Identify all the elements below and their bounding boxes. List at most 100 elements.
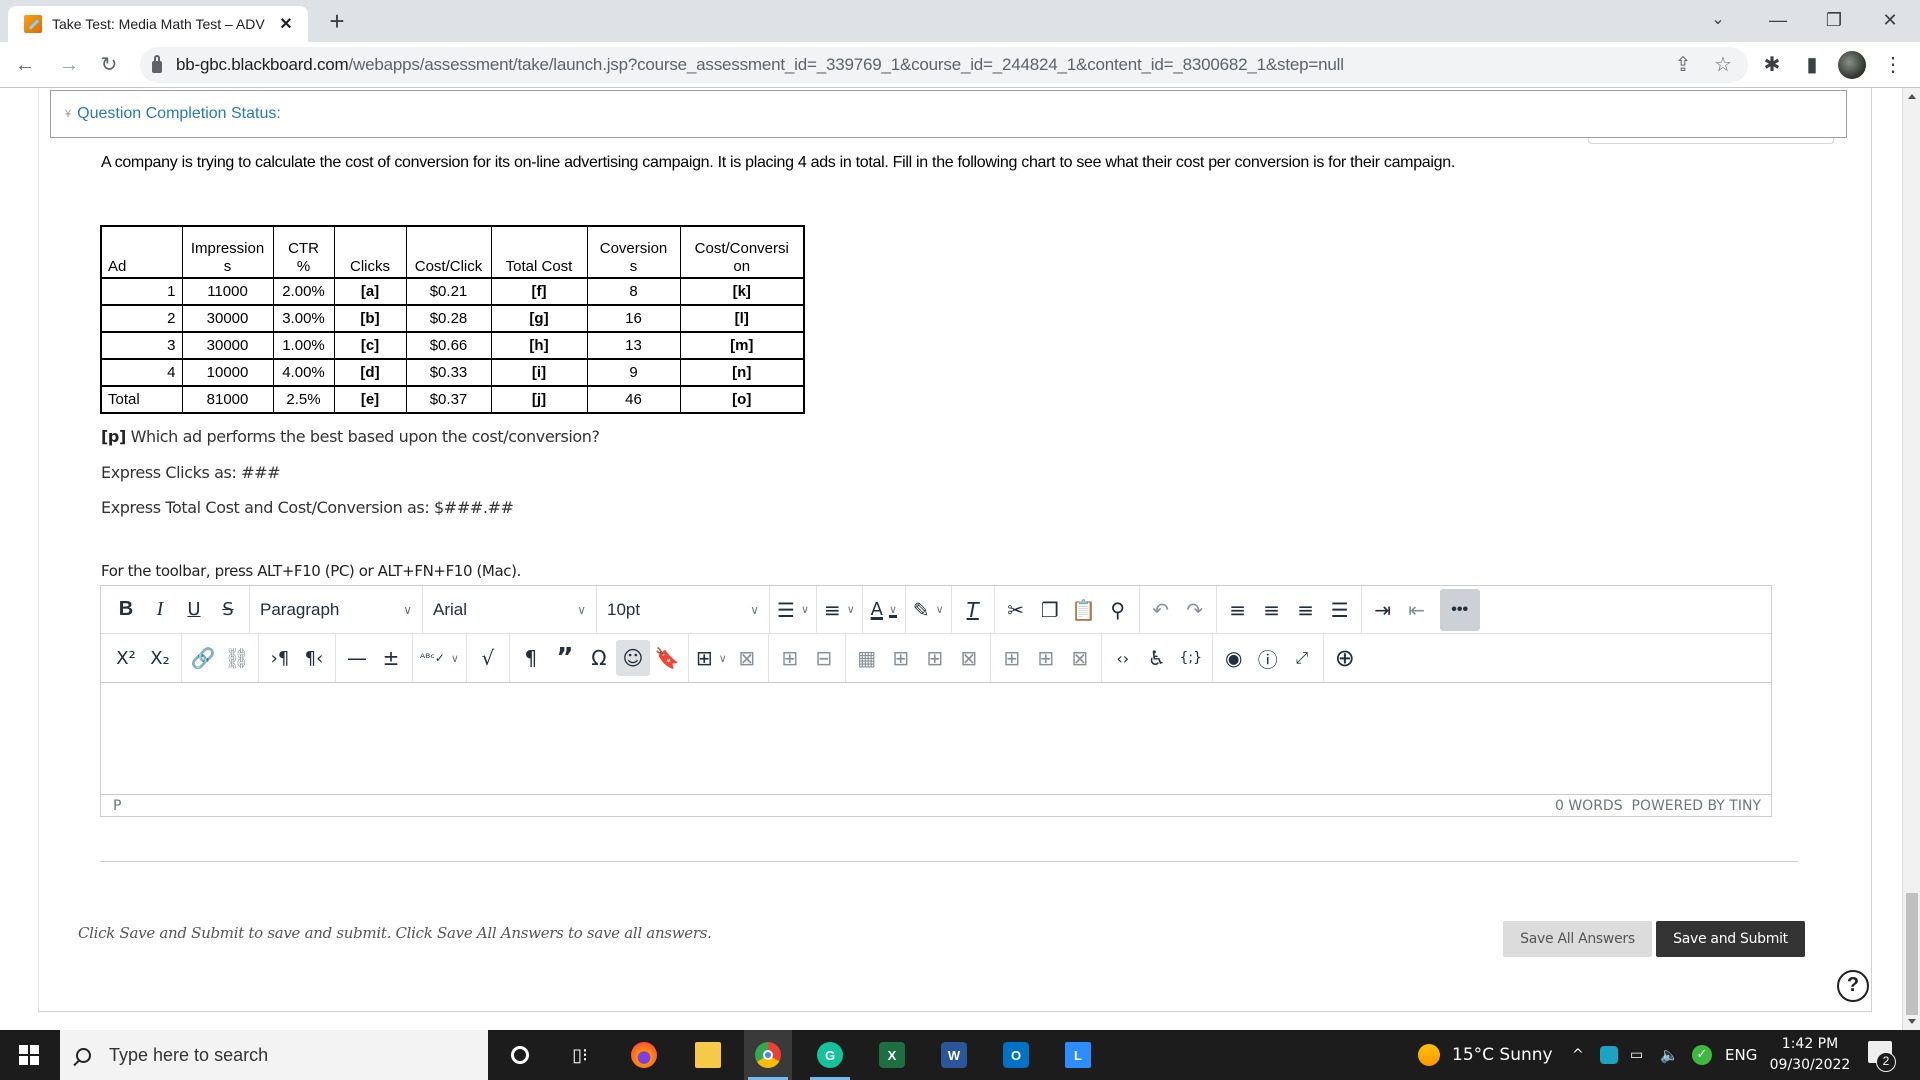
taskbar-search-input[interactable]: Type here to search xyxy=(60,1030,488,1080)
grammarly-app[interactable]: G xyxy=(806,1030,854,1080)
bold-button[interactable]: B xyxy=(109,592,143,628)
paragraph-mark-icon[interactable]: ¶ xyxy=(514,640,548,676)
browser-tab-active[interactable]: Take Test: Media Math Test – ADV ✕ xyxy=(8,6,308,42)
special-character-icon[interactable]: Ω xyxy=(582,640,616,676)
cut-icon[interactable]: ✂ xyxy=(999,592,1033,628)
powered-by-tiny[interactable]: POWERED BY TINY xyxy=(1632,798,1762,814)
table-cell-props-icon[interactable]: ⊟ xyxy=(807,640,841,676)
save-all-answers-button[interactable]: Save All Answers xyxy=(1503,921,1652,957)
ltr-icon[interactable]: ›¶ xyxy=(263,640,297,676)
editor-body-input[interactable] xyxy=(101,683,1771,794)
delete-table-icon[interactable]: ⊠ xyxy=(730,640,764,676)
rtl-icon[interactable]: ¶‹ xyxy=(297,640,331,676)
page-scrollbar[interactable] xyxy=(1902,88,1920,1030)
preview-eye-icon[interactable]: ◉ xyxy=(1217,640,1251,676)
spellcheck-icon[interactable]: ᴬᴮᶜ✓ ∨ xyxy=(417,640,462,676)
scroll-down-arrow-icon[interactable] xyxy=(1908,1019,1916,1024)
scroll-thumb[interactable] xyxy=(1906,893,1918,1015)
text-color-button[interactable]: A ∨ xyxy=(867,592,901,628)
share-icon[interactable]: ⇪ xyxy=(1668,50,1698,80)
subscript-button[interactable]: X₂ xyxy=(143,640,177,676)
code-sample-icon[interactable]: {;} xyxy=(1174,640,1208,676)
source-code-icon[interactable]: ‹› xyxy=(1106,640,1140,676)
blockquote-icon[interactable]: ” xyxy=(548,640,582,676)
emoji-icon[interactable]: ☺ xyxy=(615,640,650,676)
minimize-button[interactable]: — xyxy=(1750,0,1806,42)
delete-col-icon[interactable]: ⊠ xyxy=(1063,640,1097,676)
insert-row-after-icon[interactable]: ⊞ xyxy=(918,640,952,676)
font-size-select[interactable]: 10pt ∨ xyxy=(597,592,769,628)
strikethrough-button[interactable]: S xyxy=(211,592,245,628)
table-row-props-icon[interactable]: ⊞ xyxy=(773,640,807,676)
tab-close-icon[interactable]: ✕ xyxy=(276,14,296,34)
help-chat-icon[interactable]: ? xyxy=(1837,970,1869,1002)
redo-icon[interactable]: ↷ xyxy=(1178,592,1212,628)
superscript-button[interactable]: X² xyxy=(109,640,143,676)
align-left-icon[interactable]: ≡ xyxy=(1221,592,1255,628)
bookmark-icon[interactable]: 🔖 xyxy=(650,640,684,676)
undo-icon[interactable]: ↶ xyxy=(1144,592,1178,628)
table-merge-cells-icon[interactable]: ▦ xyxy=(850,640,884,676)
profile-avatar[interactable] xyxy=(1838,51,1866,79)
cortana-button[interactable] xyxy=(496,1030,544,1080)
question-completion-status-label[interactable]: Question Completion Status: xyxy=(77,105,281,123)
save-and-submit-button[interactable]: Save and Submit xyxy=(1656,921,1805,957)
battery-icon[interactable]: ▭ xyxy=(1630,1030,1643,1080)
insert-col-before-icon[interactable]: ⊞ xyxy=(995,640,1029,676)
indent-icon[interactable]: ⇥ xyxy=(1366,592,1400,628)
underline-button[interactable]: U xyxy=(177,592,211,628)
italic-button[interactable]: I xyxy=(143,592,177,628)
bookmark-star-icon[interactable]: ☆ xyxy=(1708,50,1738,80)
taskbar-clock[interactable]: 1:42 PM 09/30/2022 xyxy=(1760,1034,1860,1076)
new-tab-button[interactable]: + xyxy=(322,6,352,36)
start-button[interactable] xyxy=(0,1030,58,1080)
delete-row-icon[interactable]: ⊠ xyxy=(952,640,986,676)
volume-icon[interactable]: 🔈 xyxy=(1660,1030,1679,1080)
copy-icon[interactable]: ❐ xyxy=(1033,592,1067,628)
unlink-icon[interactable]: ⛓ xyxy=(220,640,254,676)
more-options-button[interactable]: ••• xyxy=(1439,588,1480,631)
align-center-icon[interactable]: ≡ xyxy=(1255,592,1289,628)
table-icon[interactable]: ⊞ ∨ xyxy=(693,640,730,676)
scroll-up-arrow-icon[interactable] xyxy=(1908,94,1916,99)
block-format-select[interactable]: Paragraph ∨ xyxy=(250,592,422,628)
paste-icon[interactable]: 📋 xyxy=(1067,592,1101,628)
insert-link-icon[interactable]: 🔗 xyxy=(186,640,220,676)
restore-button[interactable]: ❐ xyxy=(1806,0,1862,42)
browser-menu-icon[interactable]: ⋮ xyxy=(1878,50,1908,80)
align-right-icon[interactable]: ≡ xyxy=(1289,592,1323,628)
weather-widget[interactable]: 15°C Sunny xyxy=(1418,1030,1553,1080)
page-break-icon[interactable]: ± xyxy=(374,640,408,676)
fullscreen-icon[interactable]: ⤢ xyxy=(1285,640,1319,676)
close-window-button[interactable]: ✕ xyxy=(1862,0,1918,42)
excel-app[interactable]: X xyxy=(868,1030,916,1080)
task-view-button[interactable]: ▯⁝ xyxy=(556,1030,604,1080)
horizontal-rule-icon[interactable]: — xyxy=(340,640,374,676)
numbered-list-button[interactable]: ≡ ∨ xyxy=(821,592,858,628)
sync-check-icon[interactable]: ✓ xyxy=(1692,1030,1712,1080)
firefox-app[interactable] xyxy=(620,1030,668,1080)
accessibility-icon[interactable]: ♿ xyxy=(1140,640,1174,676)
eset-icon[interactable] xyxy=(1600,1030,1618,1080)
insert-col-after-icon[interactable]: ⊞ xyxy=(1029,640,1063,676)
reload-icon[interactable]: ↻ xyxy=(94,50,124,80)
back-icon[interactable]: ← xyxy=(10,50,40,80)
font-family-select[interactable]: Arial ∨ xyxy=(423,592,596,628)
l-app[interactable]: L xyxy=(1054,1030,1102,1080)
question-completion-status[interactable]: ¥ Question Completion Status: xyxy=(50,90,1847,138)
word-app[interactable]: W xyxy=(930,1030,978,1080)
outdent-icon[interactable]: ⇤ xyxy=(1400,592,1434,628)
language-indicator[interactable]: ENG xyxy=(1725,1030,1757,1080)
tray-overflow-chevron[interactable]: ^ xyxy=(1572,1030,1584,1080)
chrome-app[interactable] xyxy=(744,1030,792,1080)
align-justify-icon[interactable]: ☰ xyxy=(1323,592,1357,628)
insert-row-before-icon[interactable]: ⊞ xyxy=(884,640,918,676)
element-path[interactable]: P xyxy=(113,798,121,814)
file-explorer-app[interactable] xyxy=(684,1030,732,1080)
url-input[interactable]: bb-gbc.blackboard.com/webapps/assessment… xyxy=(140,47,1748,83)
add-content-icon[interactable]: ⊕ xyxy=(1328,640,1362,676)
help-icon[interactable]: ⓘ xyxy=(1251,640,1285,676)
clear-formatting-button[interactable]: T xyxy=(956,592,990,628)
forward-icon[interactable]: → xyxy=(54,50,84,80)
word-count[interactable]: 0 WORDS xyxy=(1555,798,1623,814)
